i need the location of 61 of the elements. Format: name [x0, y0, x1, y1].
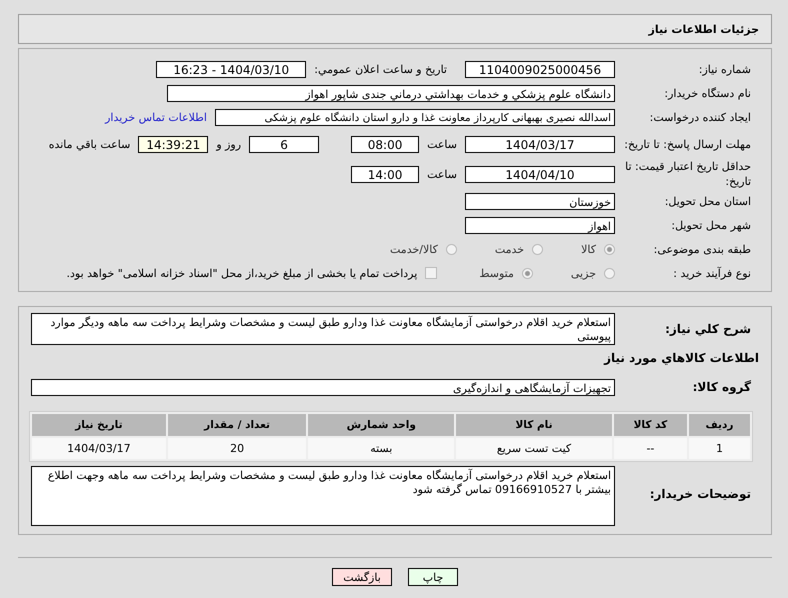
radio-label: خدمت [494, 242, 524, 256]
table-cell: 20 [168, 438, 306, 459]
need-number-field: 1104009025000456 [465, 60, 615, 78]
treasury-text: پرداخت تمام یا بخشی از مبلغ خرید،از محل "اسناد خزانه اسلامی" خواهد بود. [66, 266, 418, 280]
field-label: شرح کلي نیاز: [664, 322, 752, 336]
buyer-notes-textarea[interactable]: استعلام خرید اقلام درخواستی آزمایشگاه معاونت غذا ودارو طبق لیست و مشخصات وشرایط پرداخت سه ماهه وجهت اطلاع بیشتر با 09166910527 تماس گرفته شود [31, 466, 615, 526]
radio-button[interactable] [532, 244, 544, 254]
column-header: نام کالا [456, 414, 612, 436]
page-title: جزئیات اطلاعات نیاز [648, 22, 759, 36]
column-header: تعداد / مقدار [168, 414, 306, 436]
goods-group-field: تجهیزات آزمایشگاهی و اندازه‌گیری [31, 378, 615, 396]
deadline-date-field: 1404/03/17 [465, 136, 615, 152]
field-label: توضیحات خریدار: [648, 487, 752, 501]
deadline-time-field: 08:00 [351, 136, 420, 152]
time-label: ساعت [427, 138, 457, 150]
days-label: روز و [216, 138, 242, 150]
radio-button[interactable] [446, 244, 457, 254]
radio-button[interactable] [604, 268, 615, 278]
requester-field: اسدالله نصیری بهبهانی کارپرداز معاونت غذا و دارو استان دانشگاه علوم پزشکی [215, 108, 615, 126]
field-label: طبقه بندی موضوعی: [652, 242, 752, 256]
table-cell: کیت تست سریع [456, 438, 612, 459]
field-label: گروه کالا: [692, 380, 752, 394]
field-label: استان محل تحویل: [664, 194, 752, 208]
city-field: اهواز [465, 216, 615, 234]
table-cell: 1404/03/17 [32, 438, 166, 459]
table-cell: بسته [308, 438, 454, 459]
table-cell: 1 [688, 438, 750, 459]
remaining-label: ساعت باقي مانده [48, 138, 130, 150]
field-label: شهر محل تحویل: [670, 218, 752, 232]
field-label: شماره نیاز: [698, 62, 752, 76]
buyer-org-field: دانشگاه علوم پزشكي و خدمات بهداشتي درماني جندی شاپور اهواز [167, 84, 615, 102]
checkbox[interactable] [425, 267, 438, 279]
field-label: نام دستگاه خریدار: [663, 86, 752, 100]
field-label: مهلت ارسال پاسخ: تا تاریخ: [623, 136, 752, 152]
column-header: ردیف [688, 414, 750, 436]
column-header: تاریخ نیاز [32, 414, 166, 436]
announce-date-field: 1404/03/10 - 16:23 [156, 60, 306, 78]
province-field: خوزستان [465, 192, 615, 210]
radio-label: کالا [581, 242, 596, 256]
validity-time-field: 14:00 [351, 166, 420, 182]
description-textarea[interactable]: استعلام خرید اقلام درخواستی آزمایشگاه معاونت غذا ودارو طبق لیست و مشخصات وشرایط پرداخت سه ماهه ودیگر موارد پیوستی [31, 313, 615, 345]
action-button[interactable]: چاپ [408, 568, 458, 586]
action-button[interactable]: بازگشت [332, 568, 392, 586]
column-header: واحد شمارش [308, 414, 454, 436]
radio-button[interactable] [604, 244, 615, 254]
field-label: تاریخ و ساعت اعلان عمومي: [314, 62, 447, 76]
column-header: کد کالا [614, 414, 687, 436]
time-label: ساعت [427, 168, 457, 180]
table-cell: -- [614, 438, 687, 459]
days-field: 6 [249, 136, 320, 152]
radio-label: متوسط [479, 266, 514, 280]
radio-button[interactable] [522, 268, 533, 278]
section-heading: اطلاعات کالاهاي مورد نیاز [602, 350, 760, 367]
field-label: ایجاد کننده درخواست: [648, 110, 752, 124]
radio-label: جزیی [570, 266, 596, 280]
field-label: نوع فرآیند خرید : [672, 266, 752, 280]
field-label: حداقل تاریخ اعتبار قیمت: تا تاریخ: [624, 159, 752, 189]
validity-date-field: 1404/04/10 [465, 166, 615, 182]
radio-label: کالا/خدمت [390, 242, 438, 256]
buyer-contact-link[interactable]: اطلاعات تماس خریدار [105, 110, 207, 124]
remaining-time-field: 14:39:21 [138, 136, 208, 152]
